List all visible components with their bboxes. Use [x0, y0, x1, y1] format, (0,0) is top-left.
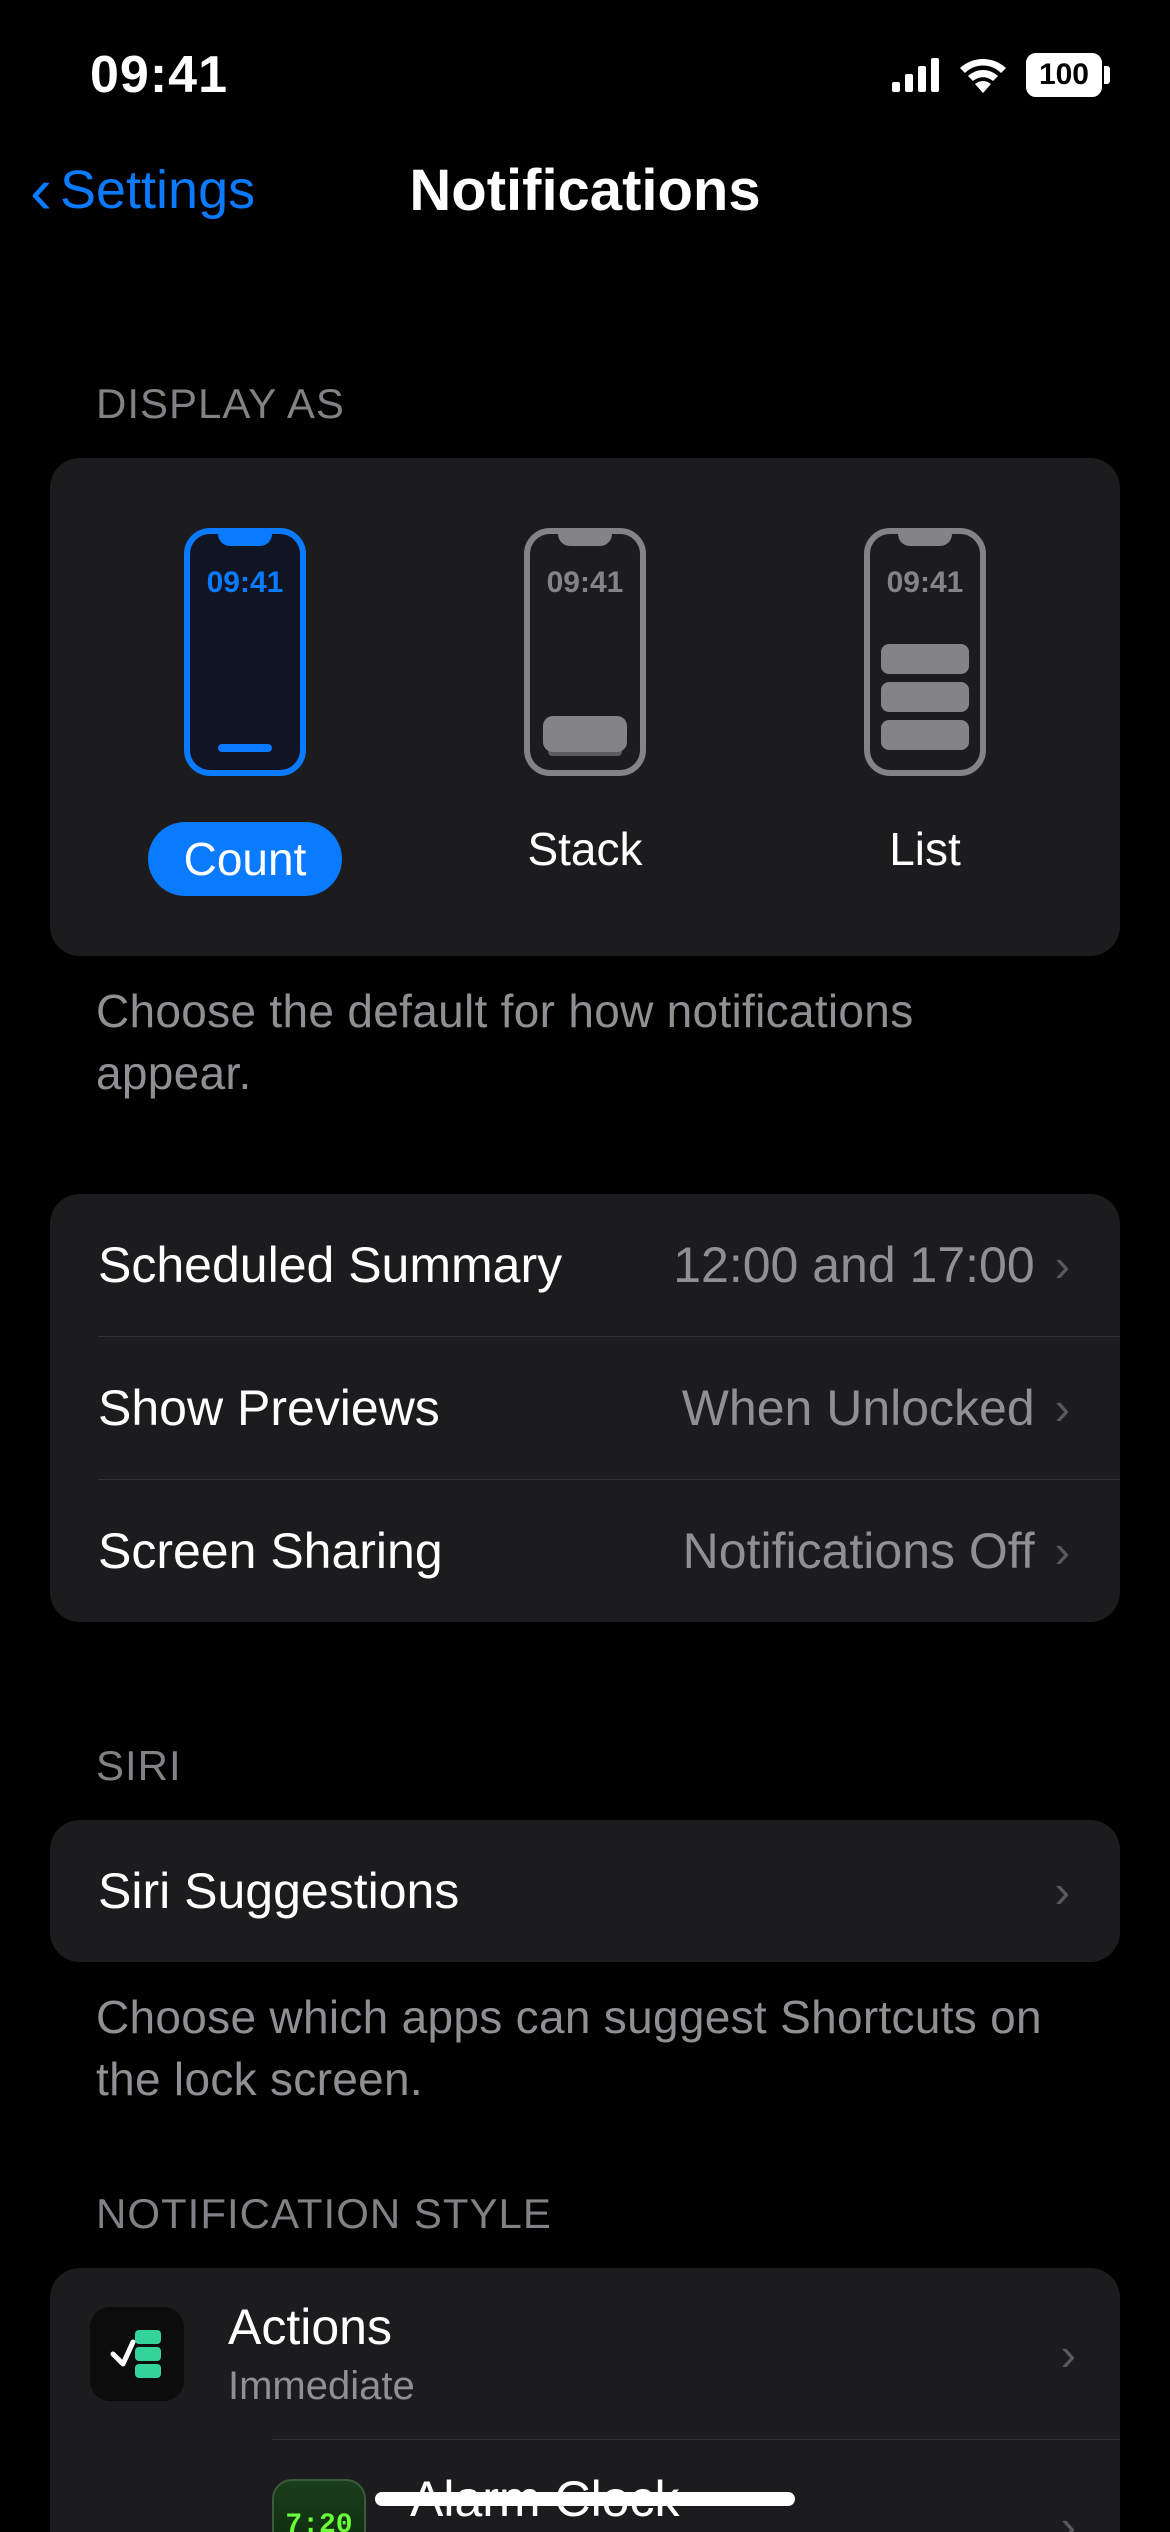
- phone-preview-stack: 09:41: [524, 528, 646, 776]
- row-label: Screen Sharing: [98, 1522, 443, 1580]
- chevron-right-icon: ›: [1061, 2499, 1076, 2532]
- app-icon-actions: [90, 2307, 184, 2401]
- app-row-alarm-clock-1[interactable]: 7:20 Alarm Clock Immediate ›: [272, 2439, 1120, 2532]
- app-icon-alarm-digital: 7:20: [272, 2479, 366, 2532]
- siri-card: Siri Suggestions ›: [50, 1820, 1120, 1962]
- status-time: 09:41: [90, 45, 228, 105]
- display-as-card: 09:41 Count 09:41 Stack 09:41: [50, 458, 1120, 956]
- wifi-icon: [958, 57, 1008, 93]
- chevron-right-icon: ›: [1055, 1524, 1070, 1578]
- status-bar: 09:41 100: [0, 0, 1170, 130]
- row-scheduled-summary[interactable]: Scheduled Summary 12:00 and 17:00 ›: [50, 1194, 1120, 1336]
- display-option-count[interactable]: 09:41 Count: [80, 528, 410, 896]
- section-header-siri: SIRI: [0, 1622, 1170, 1820]
- section-header-notification-style: NOTIFICATION STYLE: [0, 2110, 1170, 2268]
- row-label: Show Previews: [98, 1379, 440, 1437]
- back-label: Settings: [60, 159, 255, 221]
- row-value: When Unlocked: [682, 1379, 1035, 1437]
- row-label: Scheduled Summary: [98, 1236, 562, 1294]
- display-option-stack[interactable]: 09:41 Stack: [420, 528, 750, 896]
- battery-indicator: 100: [1026, 53, 1110, 97]
- app-name: Actions: [228, 2298, 1061, 2356]
- section-header-display-as: DISPLAY AS: [0, 250, 1170, 458]
- main-settings-card: Scheduled Summary 12:00 and 17:00 › Show…: [50, 1194, 1120, 1622]
- display-option-label: Count: [148, 822, 343, 896]
- chevron-right-icon: ›: [1055, 1238, 1070, 1292]
- row-screen-sharing[interactable]: Screen Sharing Notifications Off ›: [98, 1479, 1120, 1622]
- cellular-icon: [892, 58, 940, 92]
- page-title: Notifications: [409, 157, 760, 224]
- display-option-list[interactable]: 09:41 List: [760, 528, 1090, 896]
- chevron-left-icon: ‹: [30, 157, 52, 223]
- section-footer-siri: Choose which apps can suggest Shortcuts …: [0, 1962, 1170, 2110]
- display-option-label: List: [889, 822, 961, 876]
- status-indicators: 100: [892, 53, 1110, 97]
- display-option-label: Stack: [527, 822, 642, 876]
- row-label: Siri Suggestions: [98, 1862, 459, 1920]
- nav-bar: ‹ Settings Notifications: [0, 130, 1170, 250]
- chevron-right-icon: ›: [1055, 1381, 1070, 1435]
- row-value: 12:00 and 17:00: [673, 1236, 1034, 1294]
- chevron-right-icon: ›: [1061, 2327, 1076, 2381]
- section-footer-display-as: Choose the default for how notifications…: [0, 956, 1170, 1104]
- app-row-actions[interactable]: Actions Immediate ›: [50, 2268, 1120, 2439]
- app-detail: Immediate: [228, 2364, 1061, 2409]
- battery-level: 100: [1026, 53, 1102, 97]
- row-siri-suggestions[interactable]: Siri Suggestions ›: [50, 1820, 1120, 1962]
- row-value: Notifications Off: [683, 1522, 1035, 1580]
- back-button[interactable]: ‹ Settings: [30, 157, 255, 223]
- home-indicator[interactable]: [375, 2492, 795, 2506]
- phone-preview-count: 09:41: [184, 528, 306, 776]
- chevron-right-icon: ›: [1055, 1864, 1070, 1918]
- phone-preview-list: 09:41: [864, 528, 986, 776]
- row-show-previews[interactable]: Show Previews When Unlocked ›: [98, 1336, 1120, 1479]
